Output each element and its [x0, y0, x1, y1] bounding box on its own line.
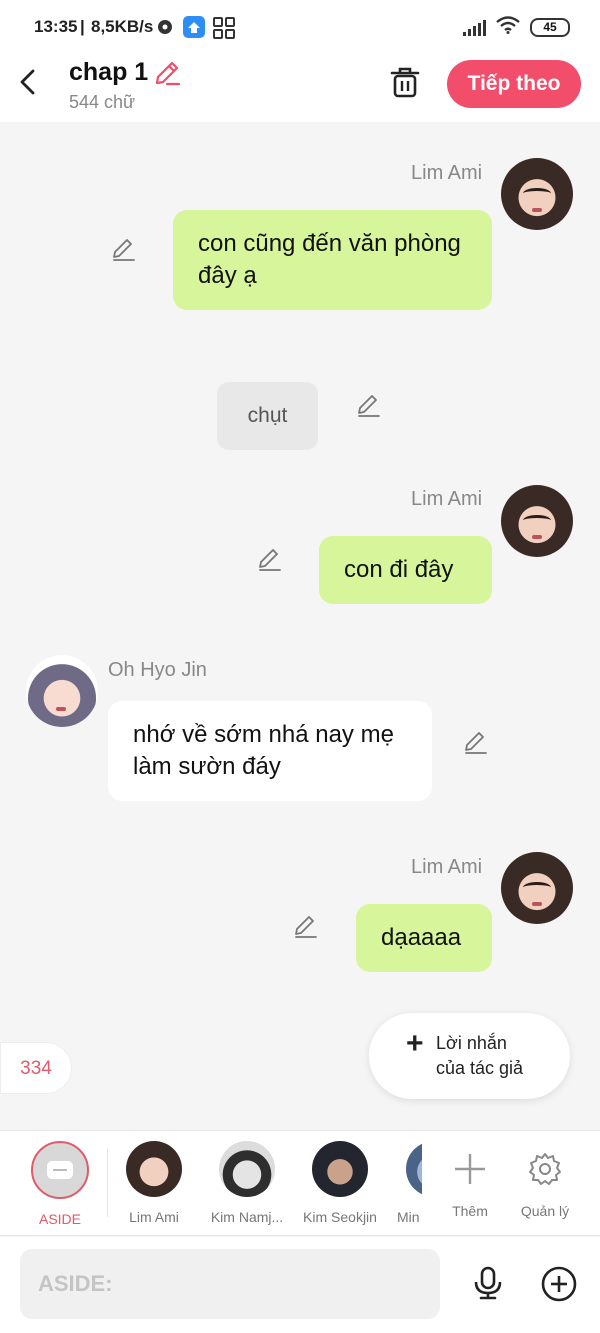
narration-bubble[interactable]: chụt: [217, 382, 318, 450]
avatar[interactable]: [26, 655, 98, 727]
add-circle-icon[interactable]: [540, 1265, 578, 1303]
network-speed: 8,5KB/s: [91, 17, 154, 36]
next-button[interactable]: Tiếp theo: [447, 60, 581, 108]
avatar[interactable]: [501, 852, 573, 924]
status-separator: |: [80, 17, 85, 36]
avatar: [406, 1141, 422, 1197]
gear-icon: [499, 1141, 591, 1197]
edit-title-icon[interactable]: [153, 59, 181, 87]
sender-name: Lim Ami: [411, 488, 483, 510]
composer-bar: [0, 1237, 600, 1333]
avatar: [312, 1141, 368, 1197]
author-note-button[interactable]: + Lời nhắn của tác giả: [369, 1013, 570, 1099]
author-note-label: Lời nhắn của tác giả: [436, 1031, 556, 1081]
avatar[interactable]: [501, 485, 573, 557]
manage-button[interactable]: Quản lý: [499, 1141, 591, 1219]
character-aside[interactable]: ASIDE: [14, 1141, 106, 1227]
word-count: 544 chữ: [69, 92, 136, 112]
avatar: [219, 1141, 275, 1197]
message-input[interactable]: [20, 1249, 440, 1319]
edit-message-icon[interactable]: [355, 392, 383, 420]
microphone-icon[interactable]: [470, 1265, 506, 1301]
plus-icon: +: [406, 1027, 424, 1060]
character-name: Kim Seokjin: [303, 1209, 377, 1225]
delete-icon[interactable]: [387, 64, 423, 100]
editor-header: chap 1 544 chữ Tiếp theo: [0, 56, 600, 122]
message-bubble[interactable]: nhớ về sớm nhá nay mẹ làm sườn đáy: [108, 701, 432, 801]
back-button[interactable]: [16, 68, 40, 96]
chapter-title: chap 1: [69, 58, 149, 86]
character-selector: ASIDE Lim Ami Kim Namj... Kim Seokjin Mi…: [0, 1130, 600, 1236]
character-name: Kim Namj...: [210, 1209, 284, 1225]
status-bar: 13:35 | 8,5KB/s 45: [0, 0, 600, 56]
author-note-line2: của tác giả: [436, 1058, 524, 1078]
character-name: Lim Ami: [129, 1209, 179, 1225]
avatar[interactable]: [501, 158, 573, 230]
edit-message-icon[interactable]: [292, 913, 320, 941]
app-store-icon: [183, 16, 205, 38]
sender-name: Lim Ami: [411, 162, 483, 184]
status-time: 13:35: [34, 17, 78, 36]
edit-message-icon[interactable]: [110, 236, 138, 264]
message-count-badge[interactable]: 334: [0, 1042, 72, 1094]
message-bubble[interactable]: con cũng đến văn phòng đây ạ: [173, 210, 492, 310]
notification-icon: [156, 18, 174, 41]
character-kim-namjoon[interactable]: Kim Namj...: [201, 1141, 293, 1225]
aside-icon: [31, 1141, 89, 1199]
message-bubble[interactable]: dạaaaa: [356, 904, 492, 972]
battery-indicator: 45: [530, 18, 570, 37]
character-min[interactable]: Min: [380, 1141, 422, 1225]
avatar: [126, 1141, 182, 1197]
edit-message-icon[interactable]: [462, 729, 490, 757]
sender-name: Lim Ami: [411, 856, 483, 878]
sender-name: Oh Hyo Jin: [108, 659, 207, 681]
grid-apps-icon: [213, 17, 235, 44]
wifi-icon: [496, 16, 520, 39]
character-name: ASIDE: [38, 1211, 81, 1227]
character-kim-seokjin[interactable]: Kim Seokjin: [294, 1141, 386, 1225]
character-name: Min: [397, 1209, 420, 1225]
edit-message-icon[interactable]: [256, 546, 284, 574]
signal-icon: [463, 19, 486, 36]
message-bubble[interactable]: con đi đây: [319, 536, 492, 604]
manage-label: Quản lý: [520, 1203, 570, 1219]
author-note-line1: Lời nhắn: [436, 1033, 507, 1053]
character-lim-ami[interactable]: Lim Ami: [108, 1141, 200, 1225]
